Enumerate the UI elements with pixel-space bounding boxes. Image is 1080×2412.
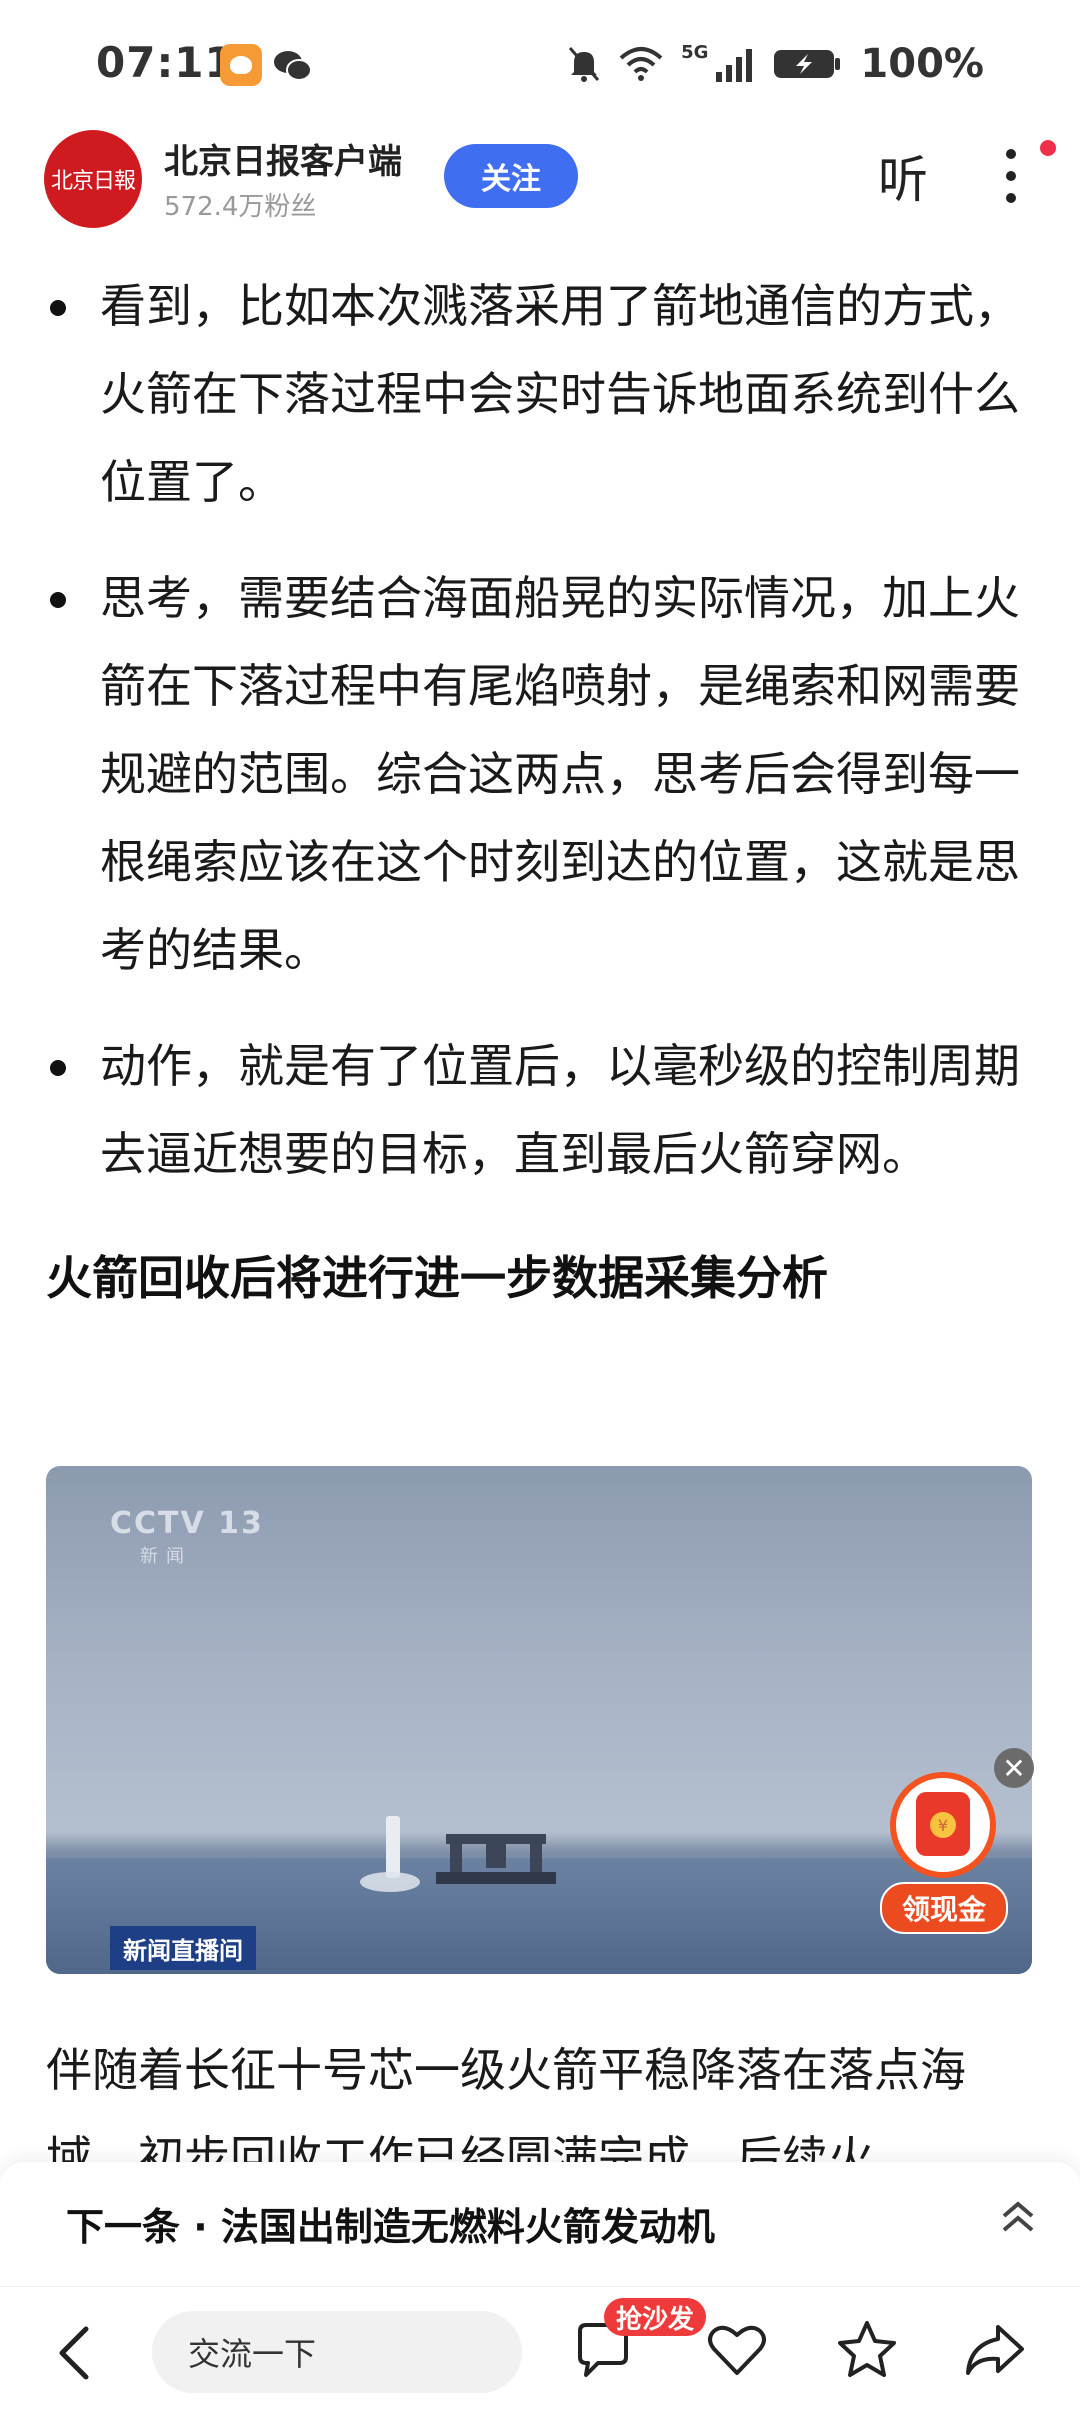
rocket bbox=[386, 1816, 400, 1878]
status-time: 07:11 bbox=[96, 38, 235, 87]
promo-close-button[interactable]: ✕ bbox=[994, 1748, 1034, 1788]
cctv-logo-sub: 新闻 bbox=[140, 1546, 192, 1567]
publisher-logo[interactable]: 北京日報 bbox=[44, 130, 142, 228]
wechat-icon bbox=[274, 51, 312, 81]
bullet-item: 思考，需要结合海面船晃的实际情况，加上火箭在下落过程中有尾焰喷射，是绳索和网需要… bbox=[0, 554, 1080, 994]
signal-icon bbox=[716, 49, 753, 82]
back-arrow-icon[interactable] bbox=[52, 2323, 102, 2383]
comment-input[interactable]: 交流一下 bbox=[152, 2311, 522, 2393]
network-type: 5G bbox=[681, 41, 709, 63]
bullet-text: 思考，需要结合海面船晃的实际情况，加上火箭在下落过程中有尾焰喷射，是绳索和网需要… bbox=[100, 571, 1020, 977]
bullet-dot bbox=[50, 300, 66, 316]
bottom-toolbar: 交流一下 bbox=[0, 2286, 1080, 2412]
red-packet-icon[interactable]: ¥ bbox=[890, 1772, 996, 1878]
star-icon[interactable] bbox=[834, 2317, 900, 2383]
heart-icon[interactable] bbox=[704, 2317, 770, 2383]
next-article-bar[interactable]: 下一条 · 法国出制造无燃料火箭发动机 bbox=[0, 2162, 1080, 2284]
publisher-header: 北京日報 北京日报客户端 572.4万粉丝 关注 听 bbox=[0, 130, 1080, 260]
publisher-name[interactable]: 北京日报客户端 bbox=[164, 134, 402, 183]
bullet-item: 看到，比如本次溅落采用了箭地通信的方式，火箭在下落过程中会实时告诉地面系统到什么… bbox=[0, 262, 1080, 526]
battery-icon bbox=[774, 50, 841, 78]
bullet-list: 看到，比如本次溅落采用了箭地通信的方式，火箭在下落过程中会实时告诉地面系统到什么… bbox=[0, 262, 1080, 1198]
claim-cash-button[interactable]: 领现金 bbox=[880, 1882, 1008, 1934]
bullet-text: 看到，比如本次溅落采用了箭地通信的方式，火箭在下落过程中会实时告诉地面系统到什么… bbox=[100, 279, 1020, 509]
listen-button[interactable]: 听 bbox=[878, 140, 928, 212]
sofa-badge: 抢沙发 bbox=[604, 2298, 707, 2336]
recovery-ship bbox=[436, 1834, 556, 1884]
article-body: 看到，比如本次溅落采用了箭地通信的方式，火箭在下落过程中会实时告诉地面系统到什么… bbox=[0, 262, 1080, 1318]
bullet-text: 动作，就是有了位置后，以毫秒级的控制周期去逼近想要的目标，直到最后火箭穿网。 bbox=[100, 1039, 1020, 1181]
water-spray bbox=[360, 1872, 420, 1892]
fans-count: 572.4万粉丝 bbox=[164, 192, 317, 222]
live-tag: 新闻直播间 bbox=[110, 1926, 256, 1970]
page: 07:11 5G 100% 北京日報 北京日报客户端 572.4万粉丝 关注 听… bbox=[0, 0, 1080, 2412]
app-notification-icon bbox=[220, 44, 262, 86]
next-article-title[interactable]: 下一条 · 法国出制造无燃料火箭发动机 bbox=[66, 2196, 715, 2251]
bullet-item: 动作，就是有了位置后，以毫秒级的控制周期去逼近想要的目标，直到最后火箭穿网。 bbox=[0, 1022, 1080, 1198]
notification-dot bbox=[1040, 140, 1056, 156]
double-chevron-up-icon[interactable] bbox=[1000, 2196, 1036, 2240]
coin-icon: ¥ bbox=[930, 1812, 956, 1838]
bullet-dot bbox=[50, 592, 66, 608]
bullet-dot bbox=[50, 1060, 66, 1076]
section-heading: 火箭回收后将进行进一步数据采集分析 bbox=[46, 1251, 828, 1305]
follow-button[interactable]: 关注 bbox=[444, 144, 578, 208]
mute-bell-icon bbox=[568, 47, 600, 82]
battery-percent: 100% bbox=[860, 41, 984, 87]
share-icon[interactable] bbox=[962, 2317, 1028, 2383]
status-right: 5G 100% bbox=[567, 38, 984, 90]
cctv-logo: CCTV 13 bbox=[110, 1506, 264, 1541]
more-icon[interactable] bbox=[996, 146, 1026, 206]
wifi-icon bbox=[619, 47, 663, 81]
status-bar: 07:11 5G 100% bbox=[0, 0, 1080, 130]
